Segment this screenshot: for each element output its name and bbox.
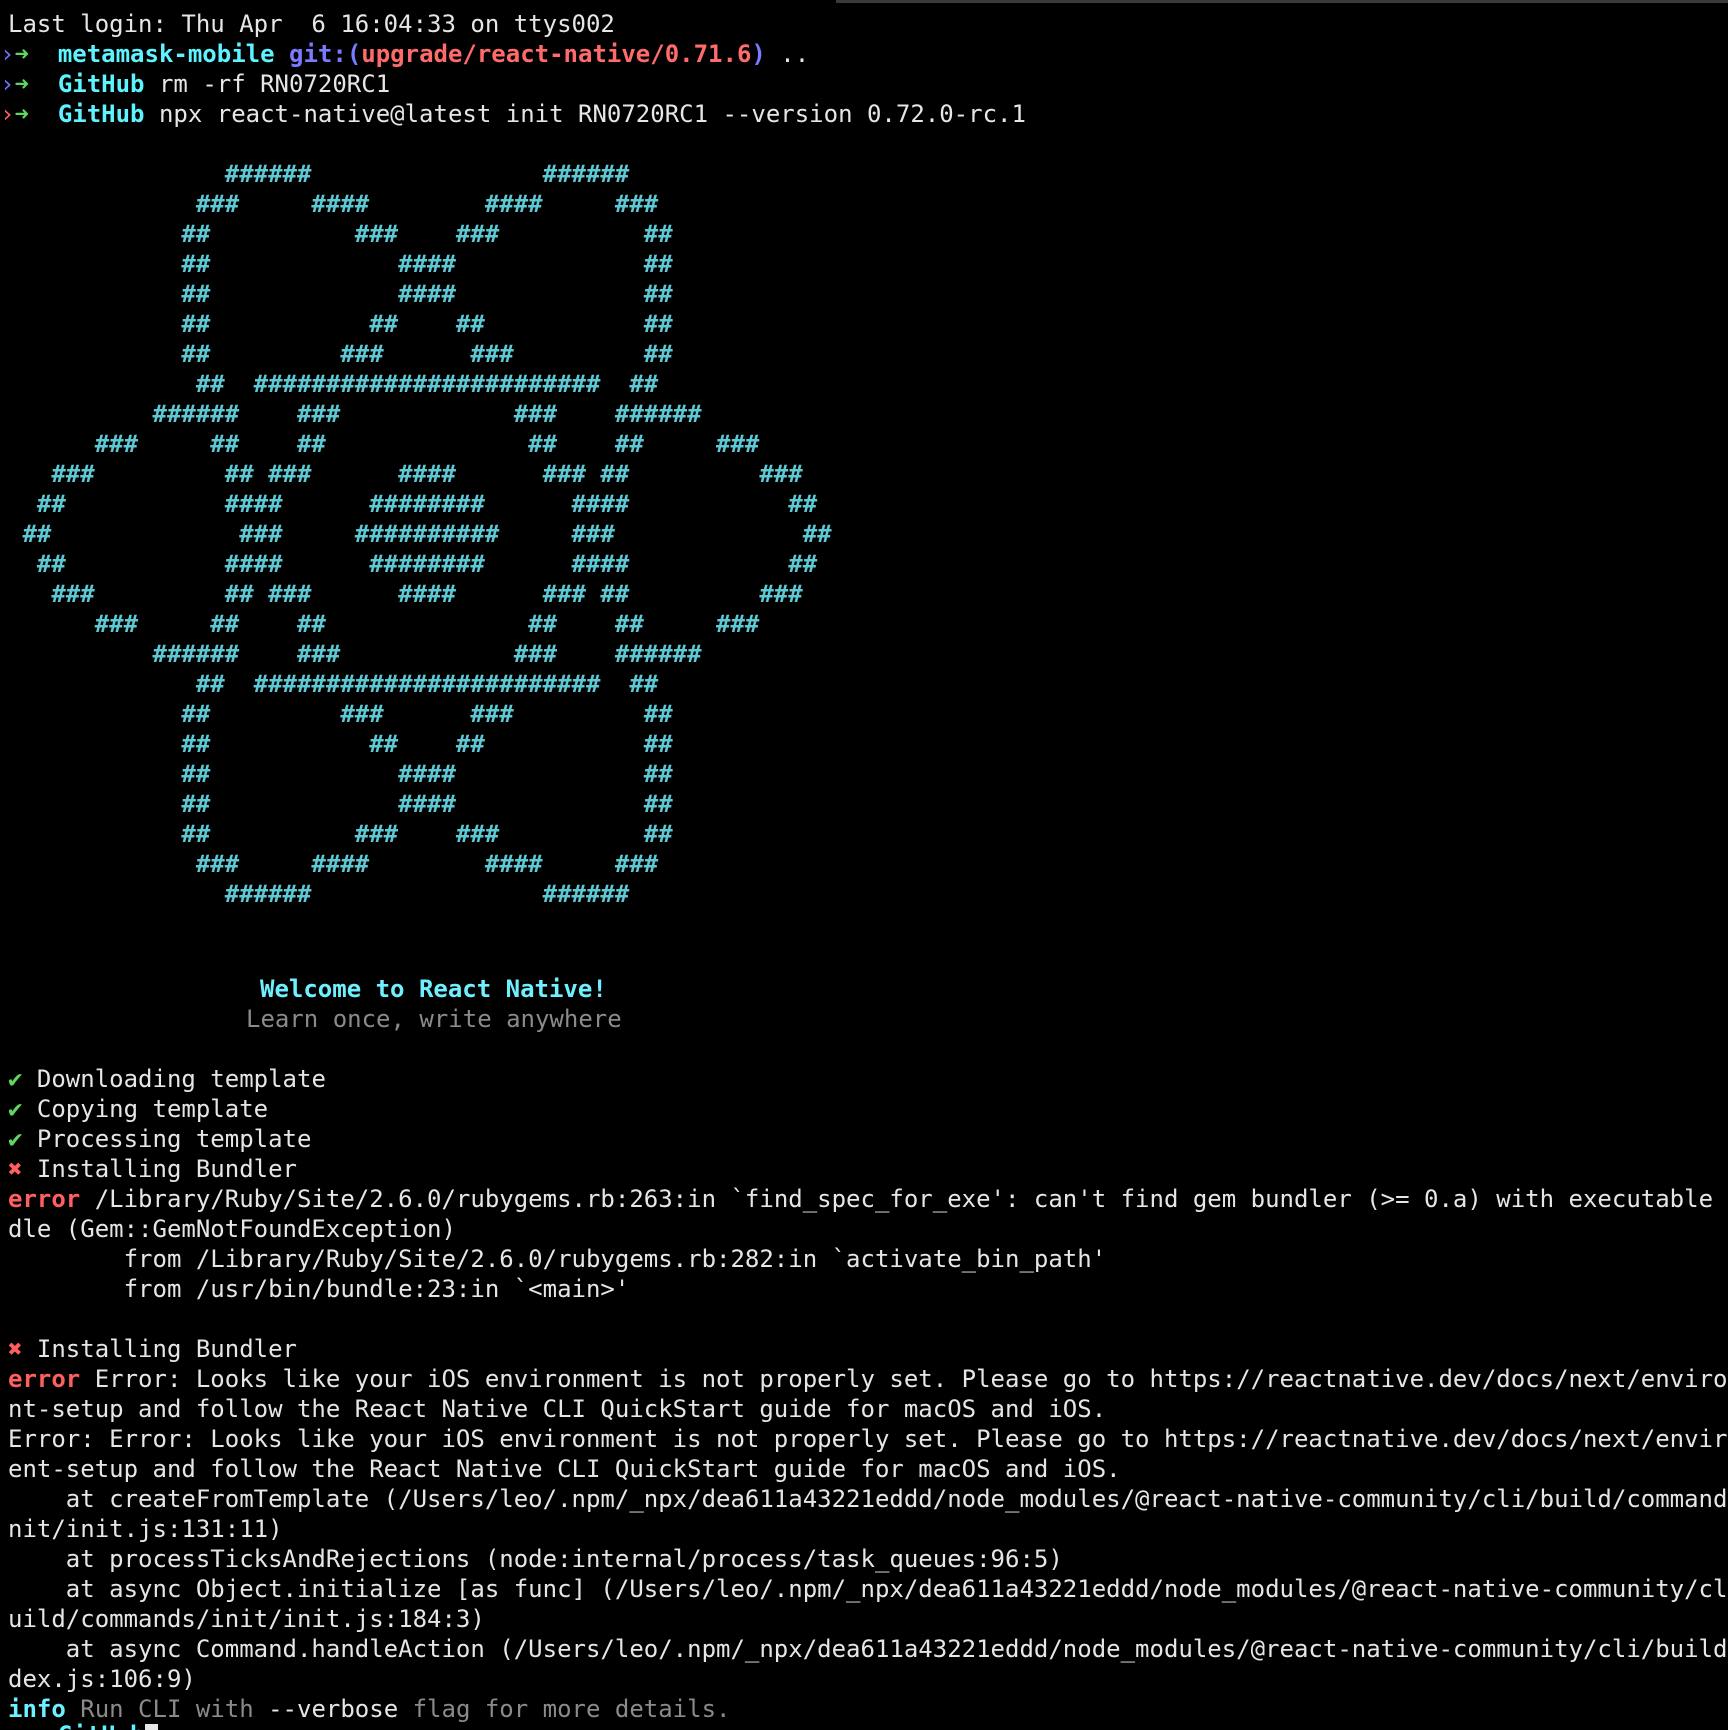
logo-line: ###### ### ### ######	[8, 400, 702, 428]
logo-line: ## #### ##	[8, 760, 673, 788]
prompt-dir: GitHub	[58, 1721, 145, 1730]
tagline-text: Learn once, write anywhere	[246, 1005, 622, 1033]
prompt-arrow-icon: ➜	[14, 100, 29, 128]
stack-trace-line: at processTicksAndRejections (node:inter…	[8, 1545, 1063, 1573]
logo-line: ## #### ######## #### ##	[8, 490, 818, 518]
prompt-arrow-icon: ➜	[14, 40, 29, 68]
cross-icon: ✖	[8, 1155, 23, 1183]
prompt-caret-icon: ›	[0, 40, 15, 68]
git-branch: upgrade/react-native/0.71.6	[361, 40, 752, 68]
stack-trace-line: at async Command.handleAction (/Users/le…	[8, 1635, 1728, 1663]
check-icon: ✔	[8, 1095, 23, 1123]
stack-trace-line: nit/init.js:131:11)	[8, 1515, 283, 1543]
text-cursor[interactable]	[144, 1724, 158, 1730]
logo-line: ### ## ## ## ## ###	[8, 610, 760, 638]
terminal-window[interactable]: Last login: Thu Apr 6 16:04:33 on ttys00…	[0, 0, 1728, 1730]
error-label: error	[8, 1365, 81, 1393]
logo-line: ### #### #### ###	[8, 190, 659, 218]
logo-line: ### ## ### #### ### ## ###	[8, 460, 803, 488]
prompt-caret-icon: ›	[0, 70, 15, 98]
error-label: error	[8, 1185, 81, 1213]
prompt-line-3: ›➜ GitHub npx react-native@latest init R…	[0, 99, 1026, 129]
logo-line: ### ## ## ## ## ###	[8, 430, 760, 458]
logo-line: ## ## ## ##	[8, 310, 673, 338]
prompt-caret-icon: ›	[0, 100, 15, 128]
verbose-flag: --verbose	[268, 1695, 399, 1723]
logo-line: ### #### #### ###	[8, 850, 659, 878]
prompt-arrow-icon: ➜	[14, 1721, 28, 1730]
step-installing-bundler: ✖ Installing Bundler	[8, 1155, 297, 1183]
error-line: error /Library/Ruby/Site/2.6.0/rubygems.…	[8, 1185, 1728, 1213]
error-line: ent-setup and follow the React Native CL…	[8, 1455, 1121, 1483]
step-downloading: ✔ Downloading template	[8, 1065, 326, 1093]
logo-line: ## ## ## ##	[8, 730, 673, 758]
logo-line: ## ######################## ##	[8, 670, 659, 698]
prompt-command: npx react-native@latest init RN0720RC1 -…	[144, 100, 1026, 128]
logo-line: ###### ######	[8, 880, 630, 908]
error-line: dle (Gem::GemNotFoundException)	[8, 1215, 456, 1243]
logo-line: ## ### ### ##	[8, 220, 673, 248]
prompt-caret-icon: ›	[0, 1721, 14, 1730]
logo-line: ## #### ######## #### ##	[8, 550, 818, 578]
prompt-command: rm -rf RN0720RC1	[144, 70, 391, 98]
step-processing: ✔ Processing template	[8, 1125, 312, 1153]
stack-trace-line: dex.js:106:9)	[8, 1665, 196, 1693]
git-close: )	[751, 40, 766, 68]
logo-line: ## ######################## ##	[8, 370, 659, 398]
prompt-line-2: ›➜ GitHub rm -rf RN0720RC1	[0, 69, 390, 99]
git-label: git:(	[289, 40, 362, 68]
window-top-edge	[836, 0, 1728, 3]
logo-line: ###### ### ### ######	[8, 640, 702, 668]
stack-trace-line: uild/commands/init/init.js:184:3)	[8, 1605, 485, 1633]
logo-line: ## ### ### ##	[8, 340, 673, 368]
logo-line: ### ## ### #### ### ## ###	[8, 580, 803, 608]
logo-line: ###### ######	[8, 160, 630, 188]
error-line: Error: Error: Looks like your iOS enviro…	[8, 1425, 1728, 1453]
prompt-line-1: ›➜ metamask-mobile git:(upgrade/react-na…	[0, 39, 809, 69]
prompt-command: ..	[765, 40, 810, 68]
prompt-dir: GitHub	[57, 100, 145, 128]
logo-line: ## ### ########## ### ##	[8, 520, 832, 548]
logo-line: ## #### ##	[8, 790, 673, 818]
step-copying: ✔ Copying template	[8, 1095, 269, 1123]
check-icon: ✔	[8, 1065, 23, 1093]
prompt-dir: GitHub	[57, 70, 145, 98]
logo-line: ## ### ### ##	[8, 820, 673, 848]
prompt-arrow-icon: ➜	[14, 70, 29, 98]
error-line: error Error: Looks like your iOS environ…	[8, 1365, 1728, 1393]
stack-trace-line: at createFromTemplate (/Users/leo/.npm/_…	[8, 1485, 1728, 1513]
last-login-line: Last login: Thu Apr 6 16:04:33 on ttys00…	[8, 10, 615, 38]
error-line: from /Library/Ruby/Site/2.6.0/rubygems.r…	[8, 1245, 1107, 1273]
info-label: info	[8, 1695, 66, 1723]
error-line: nt-setup and follow the React Native CLI…	[8, 1395, 1107, 1423]
check-icon: ✔	[8, 1125, 23, 1153]
cross-icon: ✖	[8, 1335, 23, 1363]
logo-line: ## #### ##	[8, 250, 673, 278]
logo-line: ## ### ### ##	[8, 700, 673, 728]
prompt-dir: metamask-mobile	[57, 40, 275, 68]
welcome-text: Welcome to React Native!	[260, 975, 607, 1003]
error-line: from /usr/bin/bundle:23:in `<main>'	[8, 1275, 630, 1303]
step-installing-bundler-2: ✖ Installing Bundler	[8, 1335, 297, 1363]
stack-trace-line: at async Object.initialize [as func] (/U…	[8, 1575, 1728, 1603]
current-prompt[interactable]: ›➜ GitHub	[0, 1720, 158, 1730]
logo-line: ## #### ##	[8, 280, 673, 308]
